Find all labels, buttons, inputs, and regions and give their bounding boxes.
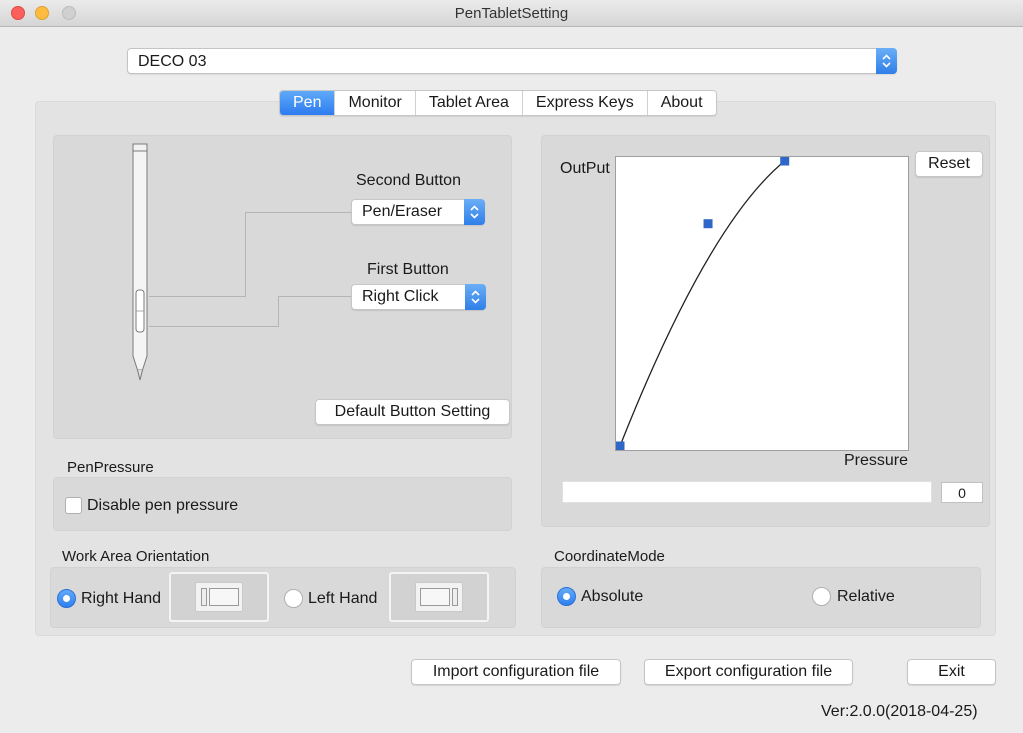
pressure-curve-canvas bbox=[616, 157, 790, 450]
export-configuration-button[interactable]: Export configuration file bbox=[644, 659, 853, 685]
right-hand-label: Right Hand bbox=[81, 590, 162, 607]
relative-label: Relative bbox=[837, 588, 895, 605]
device-select[interactable]: DECO 03 bbox=[127, 48, 897, 74]
pen-pressure-group: Disable pen pressure bbox=[53, 477, 512, 531]
reset-curve-button[interactable]: Reset bbox=[915, 151, 983, 177]
pressure-curve-line bbox=[619, 160, 786, 447]
left-hand-label: Left Hand bbox=[308, 590, 378, 607]
left-hand-radio[interactable] bbox=[284, 589, 303, 608]
tab-pen[interactable]: Pen bbox=[280, 91, 336, 115]
tab-bar: Pen Monitor Tablet Area Express Keys Abo… bbox=[279, 90, 717, 116]
first-button-select[interactable]: Right Click bbox=[351, 284, 486, 310]
disable-pen-pressure-label: Disable pen pressure bbox=[87, 497, 239, 514]
coordinate-mode-heading: CoordinateMode bbox=[554, 548, 665, 565]
pressure-curve-graph[interactable] bbox=[615, 156, 909, 451]
version-label: Ver:2.0.0(2018-04-25) bbox=[821, 703, 978, 720]
second-button-value: Pen/Eraser bbox=[362, 203, 443, 220]
work-area-orientation-group: Right Hand Left Hand bbox=[50, 567, 516, 628]
first-button-label: First Button bbox=[367, 261, 449, 278]
tab-monitor[interactable]: Monitor bbox=[335, 91, 416, 115]
pen-buttons-group: Second Button Pen/Eraser First Button Ri… bbox=[53, 135, 512, 439]
default-button-setting-button[interactable]: Default Button Setting bbox=[315, 399, 510, 425]
disable-pen-pressure-checkbox[interactable] bbox=[65, 497, 82, 514]
curve-handle-start bbox=[616, 441, 625, 450]
absolute-radio[interactable] bbox=[557, 587, 576, 606]
first-button-value: Right Click bbox=[362, 288, 439, 305]
work-area-orientation-heading: Work Area Orientation bbox=[62, 548, 210, 565]
absolute-label: Absolute bbox=[581, 588, 644, 605]
tab-about[interactable]: About bbox=[647, 91, 716, 115]
second-button-label: Second Button bbox=[356, 172, 461, 189]
relative-radio[interactable] bbox=[812, 587, 831, 606]
exit-button[interactable]: Exit bbox=[907, 659, 996, 685]
stylus-pen-icon bbox=[132, 143, 148, 381]
updown-arrows-icon bbox=[465, 284, 486, 310]
titlebar: PenTabletSetting bbox=[0, 0, 1023, 27]
second-button-select[interactable]: Pen/Eraser bbox=[351, 199, 485, 225]
output-axis-label: OutPut bbox=[560, 160, 610, 177]
pen-tablet-window: PenTabletSetting DECO 03 Pen Monitor Tab… bbox=[0, 0, 1023, 733]
pen-pressure-heading: PenPressure bbox=[67, 459, 154, 476]
left-hand-tablet-icon bbox=[389, 572, 489, 622]
pressure-value: 0 bbox=[941, 482, 983, 503]
updown-arrows-icon bbox=[464, 199, 485, 225]
curve-handle-control bbox=[703, 219, 713, 229]
tab-express-keys[interactable]: Express Keys bbox=[522, 91, 648, 115]
device-select-value: DECO 03 bbox=[138, 53, 207, 70]
right-hand-tablet-icon bbox=[169, 572, 269, 622]
curve-handle-end bbox=[780, 157, 790, 166]
right-hand-radio[interactable] bbox=[57, 589, 76, 608]
updown-arrows-icon bbox=[876, 48, 897, 74]
coordinate-mode-group: Absolute Relative bbox=[541, 567, 981, 628]
pressure-level-bar bbox=[562, 481, 932, 503]
import-configuration-button[interactable]: Import configuration file bbox=[411, 659, 621, 685]
pressure-axis-label: Pressure bbox=[844, 452, 909, 469]
window-title: PenTabletSetting bbox=[454, 5, 569, 22]
tab-tablet-area[interactable]: Tablet Area bbox=[415, 91, 523, 115]
